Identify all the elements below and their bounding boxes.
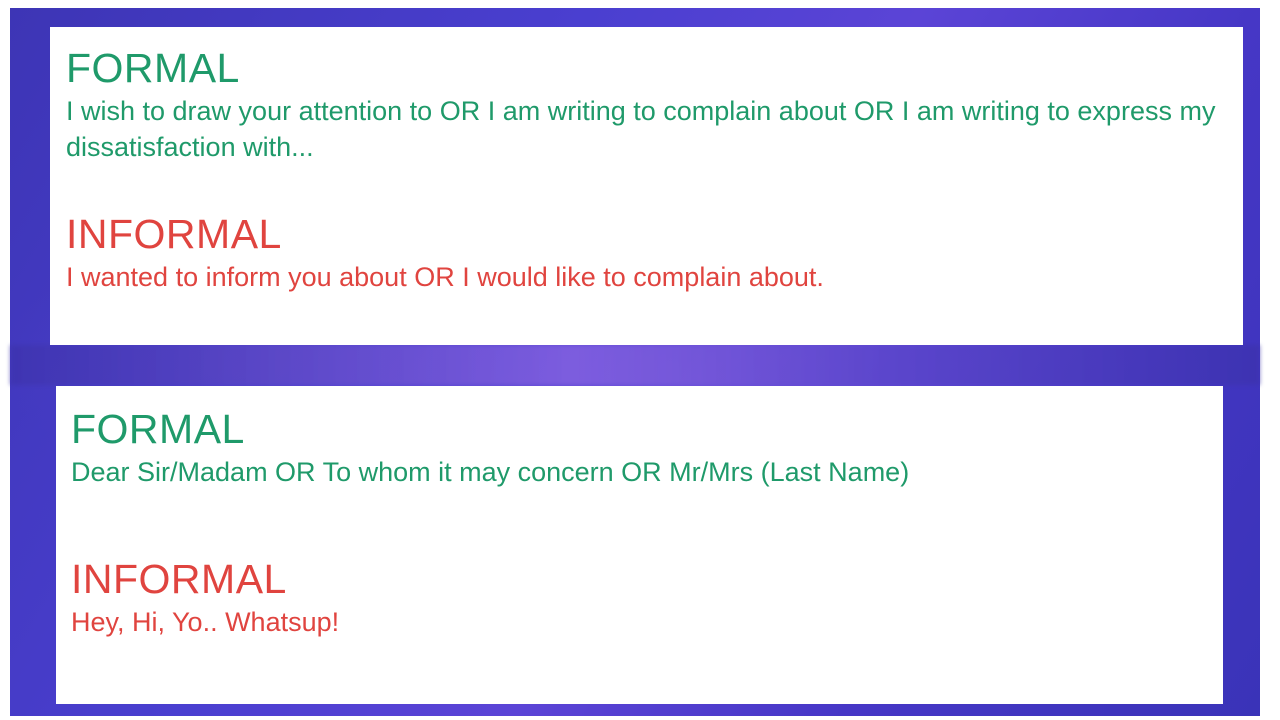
formal-text: I wish to draw your attention to OR I am… — [66, 96, 1216, 162]
informal-text: Hey, Hi, Yo.. Whatsup! — [71, 607, 340, 637]
formal-heading: FORMAL — [71, 406, 245, 452]
informal-heading: INFORMAL — [66, 211, 282, 257]
informal-heading: INFORMAL — [71, 556, 287, 602]
formal-heading: FORMAL — [66, 45, 240, 91]
greeting-phrases-card: FORMAL Dear Sir/Madam OR To whom it may … — [56, 386, 1223, 704]
background-streak — [10, 345, 1260, 385]
formal-text: Dear Sir/Madam OR To whom it may concern… — [71, 457, 910, 487]
complaint-phrases-card: FORMAL I wish to draw your attention to … — [50, 27, 1243, 345]
informal-text: I wanted to inform you about OR I would … — [66, 262, 824, 292]
